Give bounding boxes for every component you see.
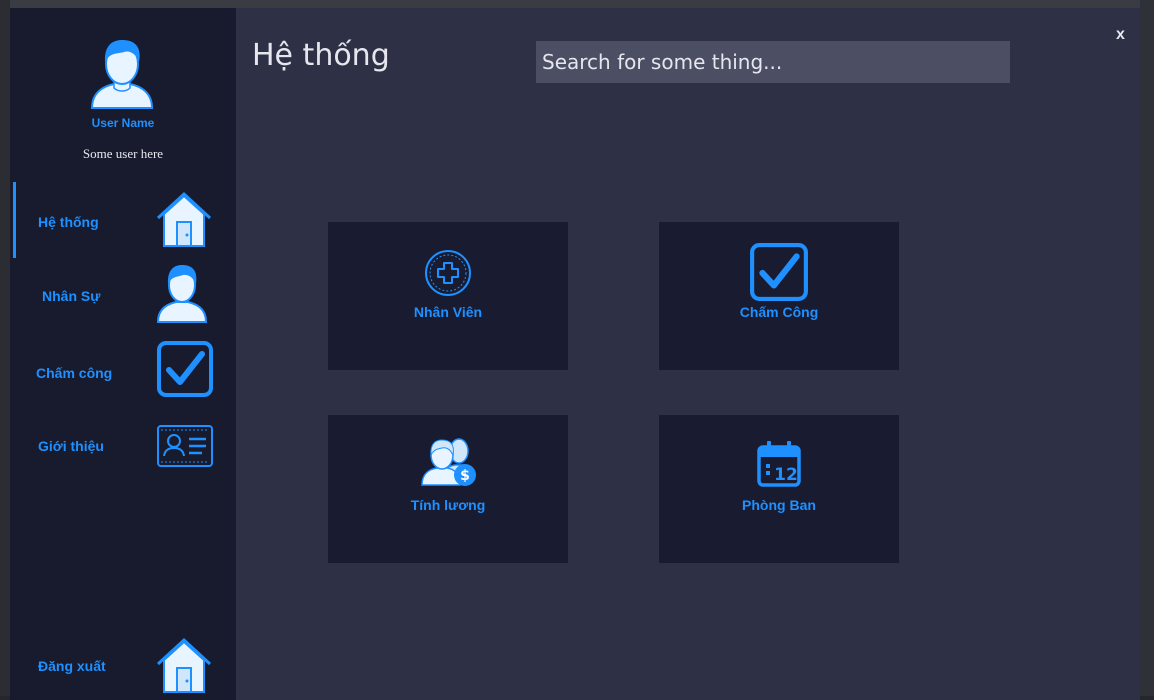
desktop-background-left [0, 0, 10, 700]
svg-text:$: $ [460, 468, 470, 484]
sidebar-item-he-thong[interactable]: Hệ thống [10, 182, 236, 258]
user-name: User Name [91, 116, 155, 130]
tile-nhan-vien[interactable]: Nhân Viên [328, 222, 568, 370]
tile-cham-cong[interactable]: Chấm Công [659, 222, 899, 370]
logout-button[interactable]: Đăng xuất [10, 630, 236, 696]
logout-label: Đăng xuất [38, 658, 106, 674]
search-input[interactable] [536, 41, 1010, 83]
sidebar-item-nhan-su[interactable]: Nhân Sự [10, 258, 236, 324]
user-icon [156, 265, 208, 323]
house-icon [156, 637, 212, 693]
close-button[interactable]: x [1116, 26, 1125, 44]
page-title: Hệ thống [252, 38, 390, 73]
calendar-icon: 12 [757, 441, 801, 487]
house-icon [156, 191, 212, 247]
sidebar-item-cham-cong[interactable]: Chấm công [10, 338, 236, 404]
desktop-background-right [1140, 0, 1154, 700]
sidebar-item-label: Giới thiệu [38, 438, 104, 454]
sidebar-item-gioi-thieu[interactable]: Giới thiệu [10, 418, 236, 484]
active-indicator [13, 182, 16, 258]
sidebar-item-label: Chấm công [36, 365, 113, 381]
checkbox-icon [157, 341, 213, 397]
user-avatar-icon [90, 40, 154, 109]
tile-label: Nhân Viên [413, 304, 483, 320]
sidebar-item-label: Nhân Sự [42, 288, 101, 304]
tile-phong-ban[interactable]: 12 Phòng Ban [659, 415, 899, 563]
tile-label: Phòng Ban [742, 497, 816, 513]
tile-tinh-luong[interactable]: $ Tính lương [328, 415, 568, 563]
app-window: User Name Some user here Hệ thống Nhân S… [10, 8, 1140, 700]
plus-circle-icon [425, 250, 471, 296]
salary-icon: $ [421, 438, 476, 486]
sidebar: User Name Some user here Hệ thống Nhân S… [10, 8, 236, 700]
tile-label: Tính lương [410, 497, 486, 513]
svg-text:12: 12 [774, 465, 798, 485]
tile-label: Chấm Công [739, 304, 819, 320]
id-card-icon [157, 425, 213, 467]
checkbox-icon [750, 243, 808, 301]
sidebar-item-label: Hệ thống [38, 214, 99, 230]
user-subtitle: Some user here [82, 146, 164, 161]
